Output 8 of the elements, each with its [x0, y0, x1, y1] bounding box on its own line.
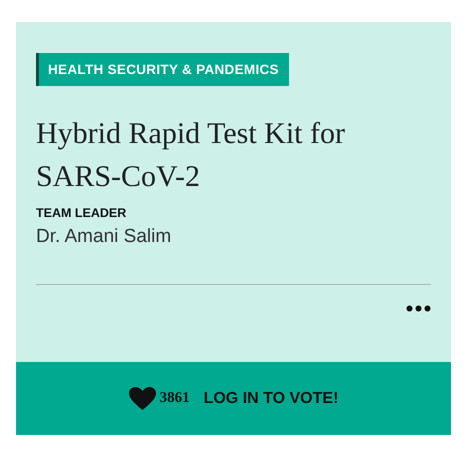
- vote-label: LOG IN TO VOTE!: [204, 390, 338, 408]
- heart-icon: [128, 386, 156, 410]
- more-icon[interactable]: [406, 305, 431, 312]
- project-title: Hybrid Rapid Test Kit for SARS-CoV-2: [36, 116, 346, 195]
- vote-count: 3861: [160, 390, 190, 407]
- vote-bar[interactable]: 3861 LOG IN TO VOTE!: [16, 362, 451, 435]
- leader-name: Dr. Amani Salim: [36, 226, 172, 248]
- leader-label: TEAM LEADER: [36, 206, 128, 220]
